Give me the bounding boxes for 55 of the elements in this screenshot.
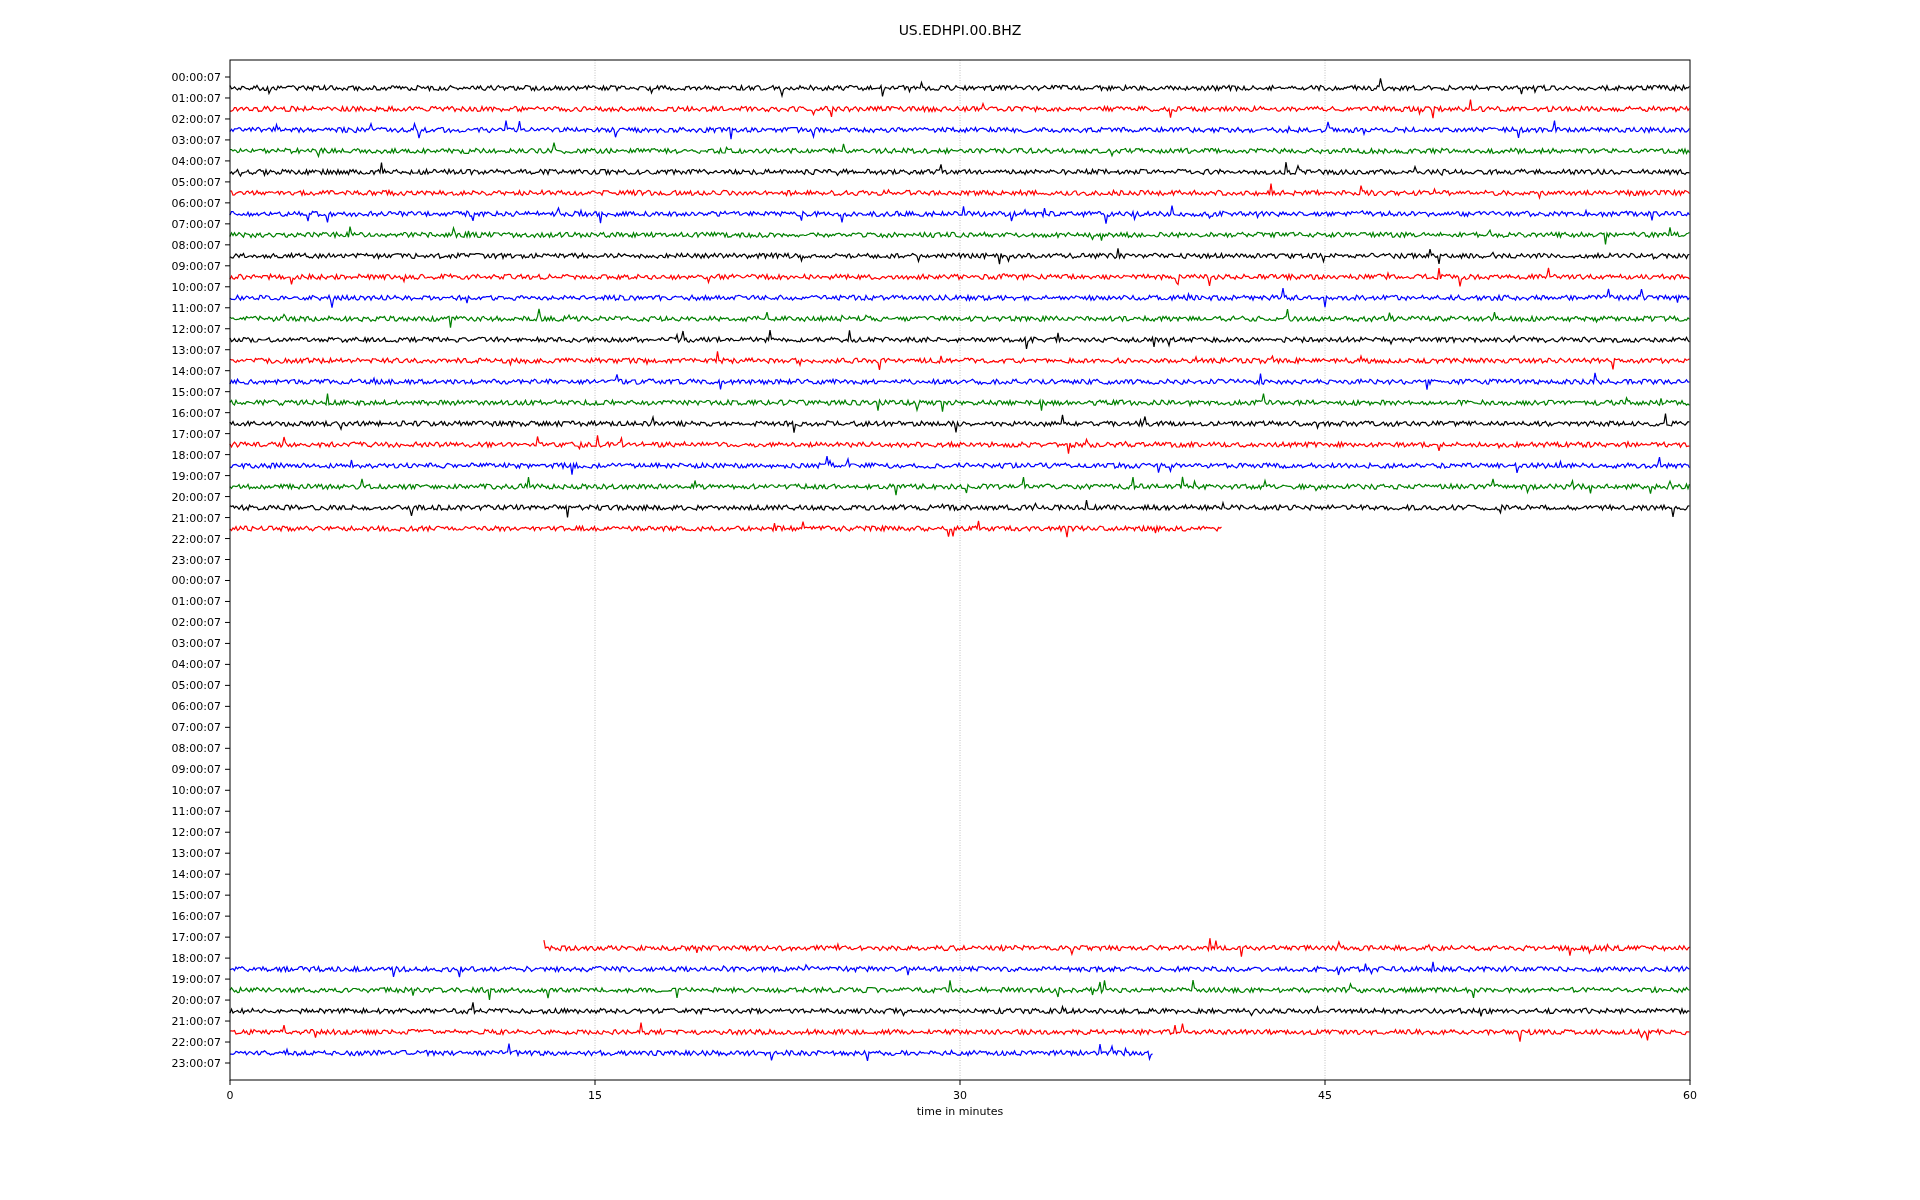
time-label: 15:00:07 — [171, 385, 221, 399]
time-label: 18:00:07 — [171, 952, 221, 966]
time-label: 12:00:07 — [171, 322, 221, 336]
time-label: 07:00:07 — [171, 721, 221, 735]
x-tick-label: 15 — [588, 1089, 602, 1102]
time-label: 21:00:07 — [171, 511, 221, 525]
time-label: 08:00:07 — [171, 238, 221, 252]
time-label: 03:00:07 — [171, 637, 221, 651]
time-label: 23:00:07 — [171, 1057, 221, 1070]
time-label: 05:00:07 — [171, 679, 221, 693]
time-label: 16:00:07 — [171, 910, 221, 924]
time-label: 11:00:07 — [171, 805, 221, 819]
time-label: 16:00:07 — [171, 406, 221, 420]
time-label: 02:00:07 — [171, 616, 221, 630]
time-label: 01:00:07 — [171, 92, 221, 105]
time-label: 10:00:07 — [171, 280, 221, 294]
time-label: 19:00:07 — [171, 469, 221, 483]
time-label: 05:00:07 — [171, 175, 221, 189]
time-label: 07:00:07 — [171, 217, 221, 231]
time-label: 04:00:07 — [171, 154, 221, 168]
time-label: 01:00:07 — [171, 595, 221, 609]
time-label: 09:00:07 — [171, 259, 221, 273]
time-label: 15:00:07 — [171, 889, 221, 903]
time-label: 17:00:07 — [171, 931, 221, 945]
time-label: 14:00:07 — [171, 868, 221, 882]
time-label: 10:00:07 — [171, 784, 221, 798]
time-label: 22:00:07 — [171, 1036, 221, 1049]
x-tick-label: 45 — [1318, 1089, 1332, 1102]
time-label: 20:00:07 — [171, 490, 221, 504]
time-label: 18:00:07 — [171, 448, 221, 462]
time-label: 14:00:07 — [171, 364, 221, 378]
time-label: 20:00:07 — [171, 994, 221, 1008]
x-tick-label: 0 — [226, 1089, 234, 1102]
chart-title: US.EDHPI.00.BHZ — [898, 22, 1022, 38]
time-label: 02:00:07 — [171, 112, 221, 126]
time-label: 21:00:07 — [171, 1015, 221, 1029]
time-label: 17:00:07 — [171, 427, 221, 441]
time-label: 12:00:07 — [171, 826, 221, 840]
time-label: 09:00:07 — [171, 763, 221, 777]
time-label: 04:00:07 — [171, 658, 221, 672]
time-label: 06:00:07 — [171, 700, 221, 714]
time-label: 00:00:07 — [171, 71, 221, 84]
time-label: 06:00:07 — [171, 196, 221, 210]
x-tick-label: 60 — [1683, 1089, 1697, 1102]
x-axis-label: time in minutes — [916, 1105, 1004, 1118]
time-label: 23:00:07 — [171, 553, 221, 567]
time-label: 08:00:07 — [171, 742, 221, 756]
time-label: 13:00:07 — [171, 343, 221, 357]
time-label: 19:00:07 — [171, 973, 221, 987]
x-tick-label: 30 — [953, 1089, 967, 1102]
time-label: 22:00:07 — [171, 532, 221, 546]
time-label: 00:00:07 — [171, 574, 221, 588]
time-label: 13:00:07 — [171, 847, 221, 861]
time-label: 11:00:07 — [171, 301, 221, 315]
time-label: 03:00:07 — [171, 133, 221, 147]
